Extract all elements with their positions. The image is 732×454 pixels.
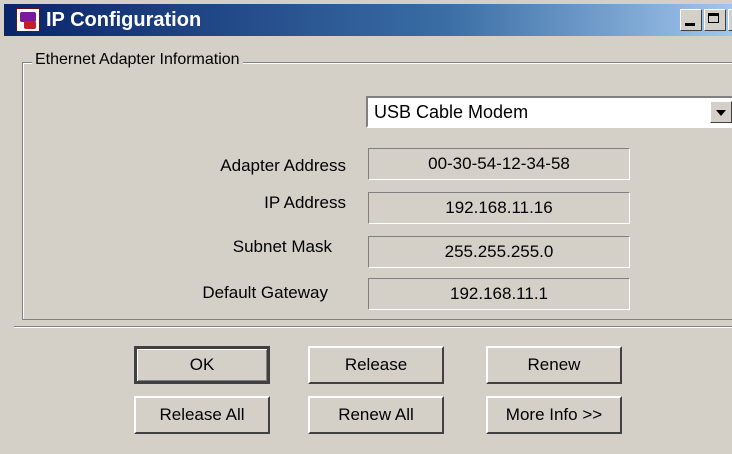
maximize-button[interactable]: [704, 9, 726, 31]
window-title: IP Configuration: [46, 9, 202, 31]
close-button[interactable]: x: [728, 9, 732, 31]
more-info-button[interactable]: More Info >>: [486, 396, 622, 434]
chevron-down-icon[interactable]: [710, 101, 732, 123]
group-title: Ethernet Adapter Information: [32, 50, 243, 70]
subnet-mask-label: Subnet Mask: [232, 237, 332, 256]
ok-button[interactable]: OK: [134, 346, 270, 384]
adapter-select-value: USB Cable Modem: [374, 102, 529, 122]
ip-address-label: IP Address: [264, 193, 346, 212]
ip-configuration-window: IP Configuration x Ethernet Adapter Info…: [0, 0, 732, 454]
renew-button[interactable]: Renew: [486, 346, 622, 384]
network-app-icon: [16, 8, 40, 32]
adapter-select[interactable]: USB Cable Modem: [366, 96, 732, 128]
default-gateway-label: Default Gateway: [202, 283, 328, 302]
renew-all-button[interactable]: Renew All: [308, 396, 444, 434]
ip-address-value: 192.168.11.16: [368, 192, 630, 224]
release-all-button[interactable]: Release All: [134, 396, 270, 434]
release-button[interactable]: Release: [308, 346, 444, 384]
separator: [14, 326, 732, 328]
title-bar[interactable]: IP Configuration x: [4, 4, 732, 36]
default-gateway-value: 192.168.11.1: [368, 278, 630, 310]
minimize-button[interactable]: [680, 9, 702, 31]
subnet-mask-value: 255.255.255.0: [368, 236, 630, 268]
adapter-address-value: 00-30-54-12-34-58: [368, 148, 630, 180]
adapter-address-label: Adapter Address: [220, 156, 346, 175]
